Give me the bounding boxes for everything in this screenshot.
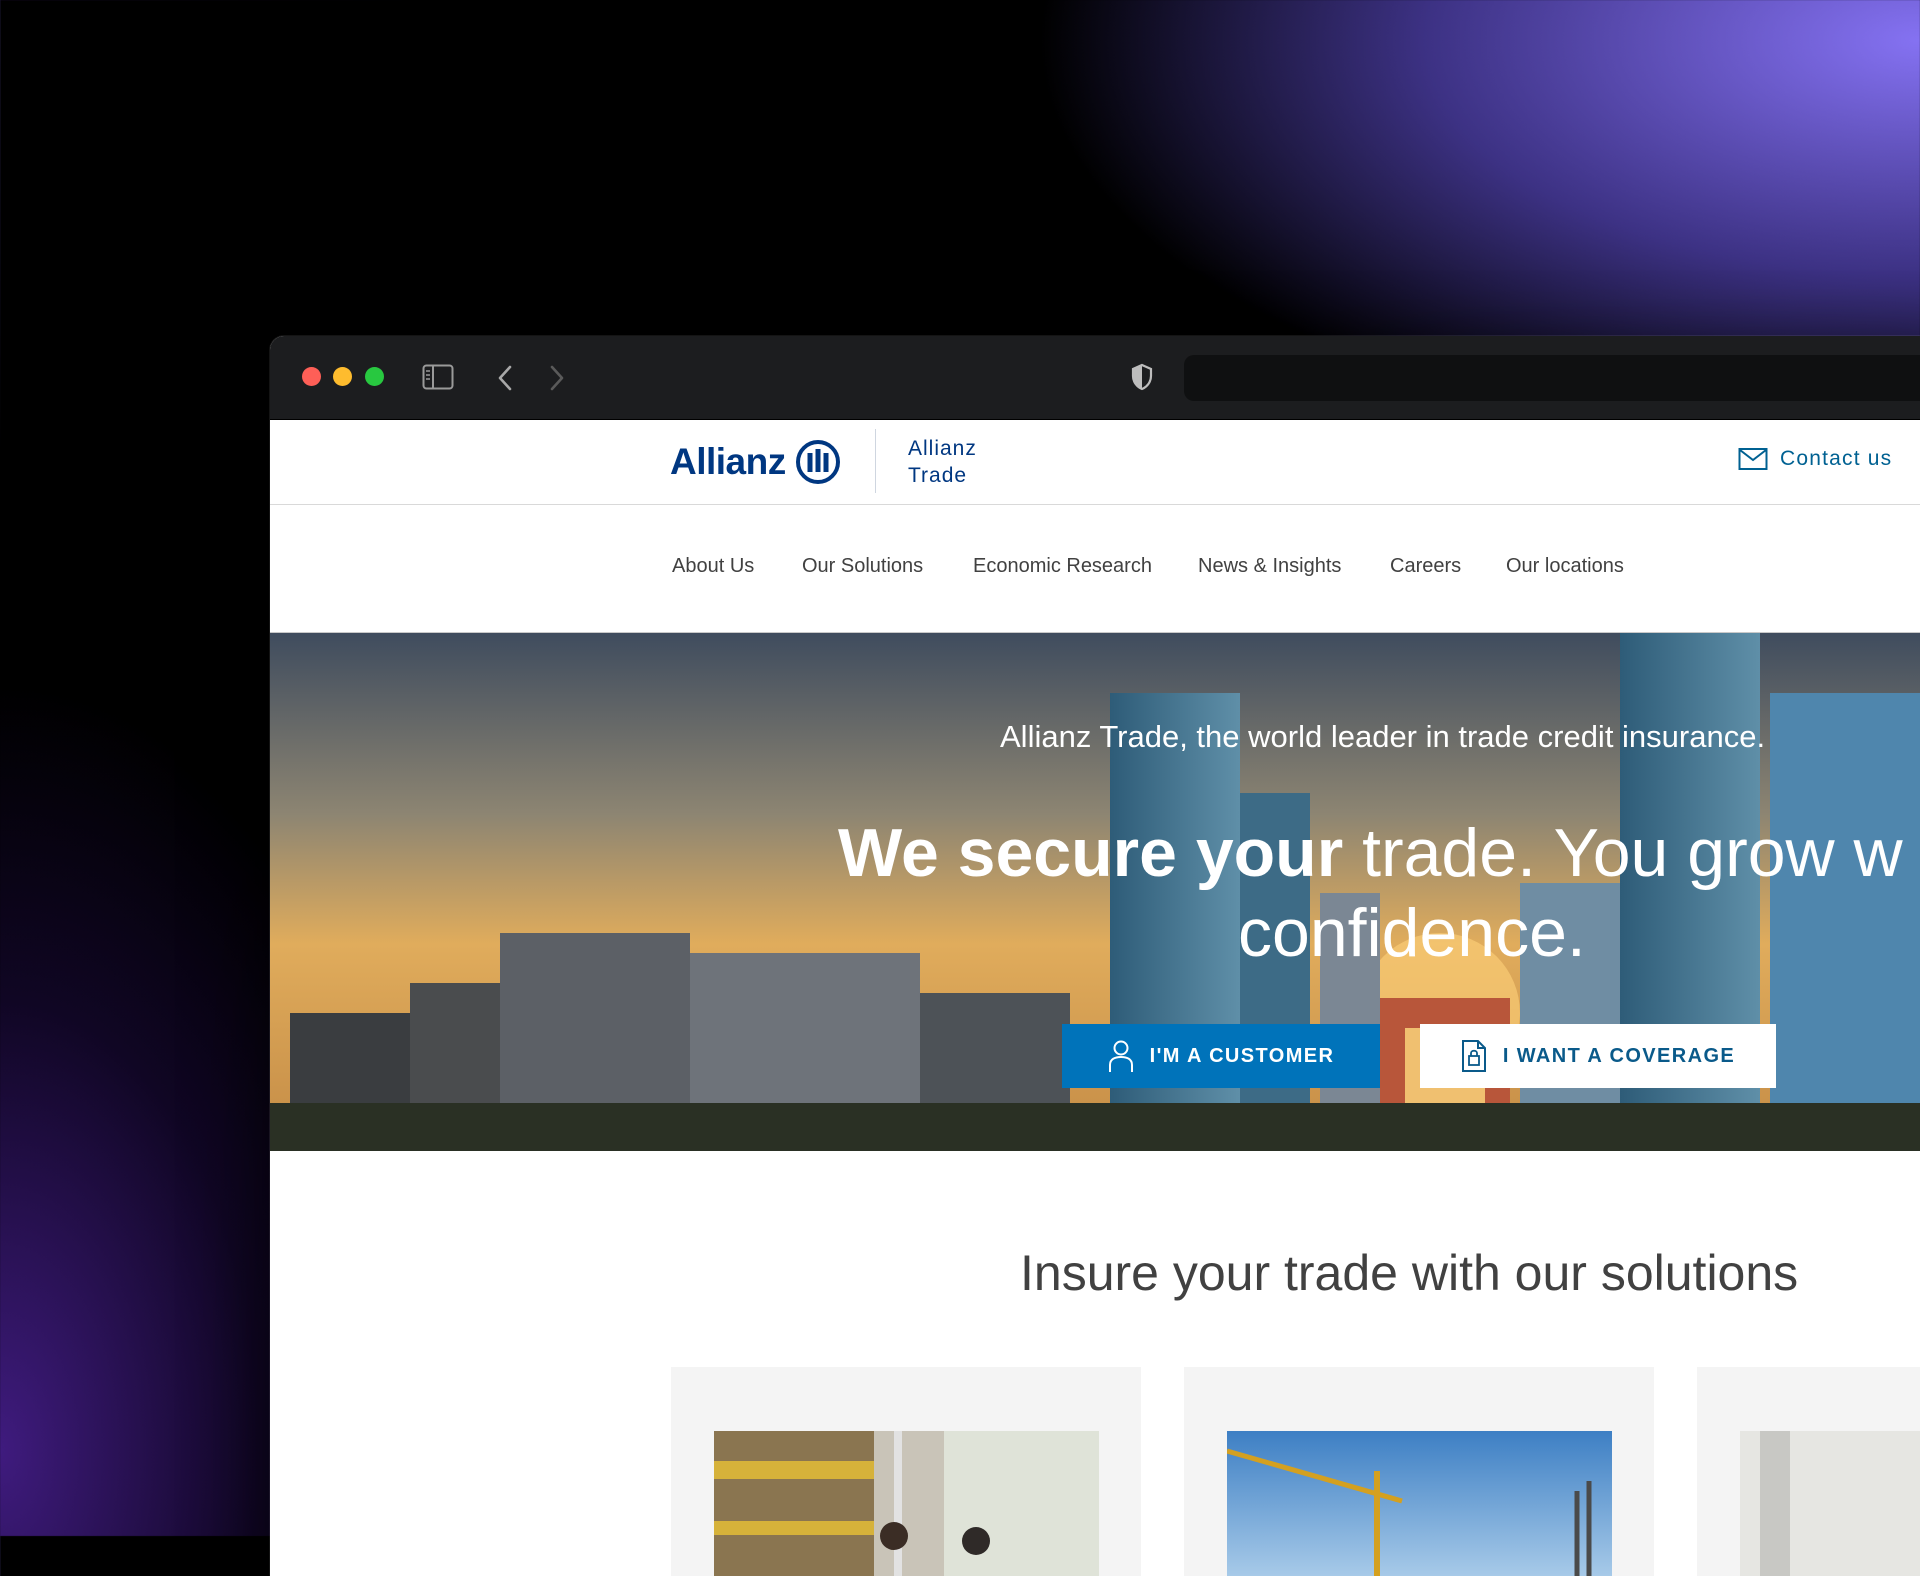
nav-item-about-us[interactable]: About Us — [672, 555, 754, 578]
browser-window: Allianz Allianz Trade Contact us About U… — [270, 336, 1920, 1576]
solutions-heading: Insure your trade with our solutions — [1020, 1245, 1799, 1301]
contact-us-label: Contact us — [1780, 447, 1893, 470]
solution-card-image — [1227, 1431, 1612, 1576]
main-navigation: About Us Our Solutions Economic Research… — [270, 505, 1920, 633]
hero-title-bold: We secure your — [838, 815, 1344, 891]
allianz-eagle-logo-icon — [795, 440, 840, 484]
hero-title: We secure your trade. You grow w — [838, 813, 1903, 893]
document-lock-icon — [1461, 1040, 1486, 1072]
site-header: Allianz Allianz Trade Contact us — [270, 419, 1920, 505]
maximize-window-button[interactable] — [365, 367, 384, 386]
logo-subtitle: Allianz Trade — [908, 435, 977, 489]
chevron-right-icon[interactable] — [548, 364, 566, 392]
user-icon — [1108, 1040, 1133, 1072]
logo-divider — [875, 429, 876, 493]
building-terrace-image — [1740, 1431, 1920, 1576]
nav-item-economic-research[interactable]: Economic Research — [973, 555, 1152, 578]
hero-title-rest: trade. You grow w — [1343, 815, 1903, 891]
solution-card[interactable] — [1697, 1367, 1920, 1576]
hero-subtitle: Allianz Trade, the world leader in trade… — [1000, 719, 1766, 754]
nav-item-news-insights[interactable]: News & Insights — [1198, 555, 1341, 578]
logo-wordmark: Allianz — [670, 441, 786, 482]
webpage: Allianz Allianz Trade Contact us About U… — [270, 419, 1920, 1576]
allianz-logo[interactable]: Allianz — [670, 439, 841, 485]
address-bar[interactable] — [1184, 355, 1920, 401]
i-want-a-coverage-button[interactable]: I WANT A COVERAGE — [1420, 1024, 1776, 1088]
hero-banner: Allianz Trade, the world leader in trade… — [270, 633, 1920, 1151]
shield-icon[interactable] — [1130, 363, 1154, 391]
sidebar-icon[interactable] — [422, 364, 454, 390]
logo-subtitle-line2: Trade — [908, 464, 968, 487]
nav-item-careers[interactable]: Careers — [1390, 555, 1461, 578]
solution-card[interactable] — [1184, 1367, 1654, 1576]
hero-title-line2: confidence. — [1238, 895, 1586, 971]
solution-card-image — [1740, 1431, 1920, 1576]
chevron-left-icon[interactable] — [496, 364, 514, 392]
close-window-button[interactable] — [302, 367, 321, 386]
solution-card[interactable] — [671, 1367, 1141, 1576]
nav-item-our-locations[interactable]: Our locations — [1506, 555, 1624, 578]
construction-crane-image — [1227, 1431, 1612, 1576]
warehouse-meeting-image — [714, 1431, 1099, 1576]
im-a-customer-label: I'M A CUSTOMER — [1149, 1044, 1335, 1067]
mail-icon — [1738, 448, 1768, 470]
nav-item-our-solutions[interactable]: Our Solutions — [802, 555, 923, 578]
browser-toolbar — [270, 336, 1920, 420]
i-want-a-coverage-label: I WANT A COVERAGE — [1502, 1044, 1736, 1067]
contact-us-link[interactable]: Contact us — [1738, 447, 1892, 471]
minimize-window-button[interactable] — [333, 367, 352, 386]
solution-card-image — [714, 1431, 1099, 1576]
im-a-customer-button[interactable]: I'M A CUSTOMER — [1062, 1024, 1380, 1088]
logo-subtitle-line1: Allianz — [908, 437, 977, 460]
